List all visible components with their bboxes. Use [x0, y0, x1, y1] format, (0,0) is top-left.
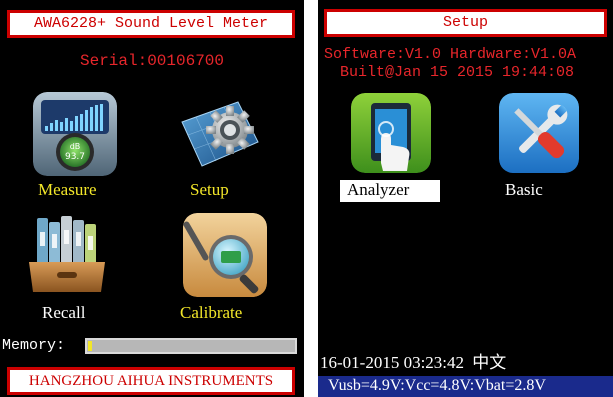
power-status-bar: Vusb=4.9V:Vcc=4.8V:Vbat=2.8V: [318, 376, 613, 397]
recall-app-icon[interactable]: [25, 212, 109, 296]
analyzer-label[interactable]: Analyzer: [347, 180, 409, 200]
analyzer-app-icon[interactable]: [351, 93, 431, 173]
calibrate-app-icon[interactable]: [183, 213, 267, 297]
measure-app-icon[interactable]: dB 93.7: [33, 92, 117, 176]
setup-title: Setup: [442, 14, 488, 31]
datetime-value: 16-01-2015 03:23:42: [320, 353, 465, 372]
main-menu-screen: AWA6228+ Sound Level Meter Serial:001067…: [0, 0, 304, 397]
file-folders-icon: [29, 216, 105, 292]
datetime-display: 16-01-2015 03:23:42 中文: [320, 348, 506, 373]
setup-screen: Setup Software:V1.0 Hardware:V1.0A Built…: [318, 0, 613, 397]
memory-bar-fill: [88, 341, 92, 351]
build-date: Built@Jan 15 2015 19:44:08: [340, 64, 575, 81]
recall-label[interactable]: Recall: [42, 303, 85, 323]
meter-badge-value: 93.7: [65, 152, 85, 162]
language-toggle[interactable]: 中文: [472, 353, 506, 373]
device-title-bar: AWA6228+ Sound Level Meter: [7, 10, 295, 38]
device-title: AWA6228+ Sound Level Meter: [33, 15, 269, 32]
power-status: Vusb=4.9V:Vcc=4.8V:Vbat=2.8V: [328, 377, 546, 394]
gear-icon: [181, 101, 259, 167]
manufacturer-footer: HANGZHOU AIHUA INSTRUMENTS: [7, 367, 295, 395]
basic-app-icon[interactable]: [499, 93, 579, 173]
setup-app-icon[interactable]: [178, 92, 262, 176]
sound-meter-icon: dB 93.7: [33, 92, 117, 176]
measure-label[interactable]: Measure: [38, 180, 97, 200]
calibrate-label[interactable]: Calibrate: [180, 303, 242, 323]
manufacturer-name: HANGZHOU AIHUA INSTRUMENTS: [28, 373, 274, 389]
software-version: Software:V1.0 Hardware:V1.0A: [324, 46, 577, 63]
touch-screen-icon: [351, 93, 431, 173]
setup-title-bar: Setup: [324, 9, 607, 37]
meter-badge-unit: dB: [70, 142, 81, 151]
memory-label: Memory:: [2, 337, 66, 354]
basic-label[interactable]: Basic: [505, 180, 543, 200]
tools-icon: [499, 93, 579, 173]
memory-bar: [85, 338, 297, 354]
magnifier-icon: [183, 213, 267, 297]
serial-number: Serial:00106700: [79, 52, 225, 70]
setup-label[interactable]: Setup: [190, 180, 229, 200]
